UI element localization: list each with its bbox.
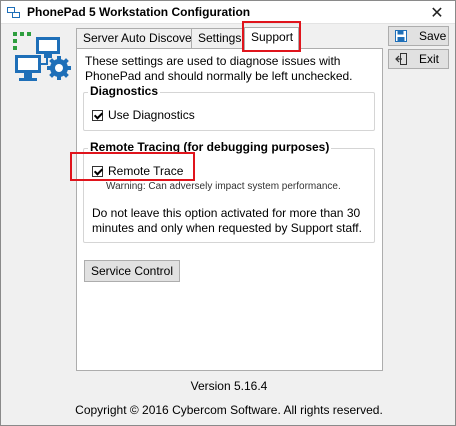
support-intro-text: These settings are used to diagnose issu… <box>85 54 353 83</box>
save-label: Save <box>419 29 447 43</box>
close-icon: ✕ <box>430 4 444 22</box>
computer-network-gear-icon <box>13 32 71 81</box>
floppy-disk-icon <box>395 30 407 42</box>
tab-support[interactable]: Support <box>244 27 299 50</box>
title-bar: PhonePad 5 Workstation Configuration ✕ <box>1 1 455 24</box>
remote-tracing-group-title: Remote Tracing (for debugging purposes) <box>88 140 332 154</box>
service-control-button[interactable]: Service Control <box>84 260 180 282</box>
tab-settings[interactable]: Settings <box>191 28 243 49</box>
checkbox-checked-icon <box>92 109 103 121</box>
version-text: Version 5.16.4 <box>190 379 268 393</box>
support-panel: These settings are used to diagnose issu… <box>76 48 383 371</box>
remote-tracing-group: Remote Tracing (for debugging purposes) … <box>83 140 375 243</box>
tab-label: Support <box>251 30 294 44</box>
phonepad-app-icon <box>7 7 20 18</box>
tab-label: Server Auto Discovery <box>83 31 202 45</box>
use-diagnostics-label: Use Diagnostics <box>108 108 195 122</box>
remote-trace-label: Remote Trace <box>108 164 184 178</box>
use-diagnostics-checkbox[interactable]: Use Diagnostics <box>92 108 195 122</box>
diagnostics-group: Diagnostics Use Diagnostics <box>83 84 375 131</box>
checkbox-checked-icon <box>92 165 103 177</box>
exit-label: Exit <box>419 52 440 66</box>
exit-door-icon <box>395 53 407 65</box>
service-control-label: Service Control <box>90 264 174 278</box>
config-window: PhonePad 5 Workstation Configuration ✕ S… <box>0 0 456 426</box>
remote-trace-checkbox[interactable]: Remote Trace <box>92 164 183 178</box>
tab-label: Settings <box>198 31 242 45</box>
tab-server-auto-discovery[interactable]: Server Auto Discovery <box>76 28 202 49</box>
close-button[interactable]: ✕ <box>419 1 455 24</box>
copyright-text: Copyright © 2016 Cybercom Software. All … <box>75 403 383 417</box>
exit-button[interactable]: Exit <box>388 49 449 69</box>
window-title: PhonePad 5 Workstation Configuration <box>27 5 251 19</box>
remote-trace-note: Do not leave this option activated for m… <box>92 206 362 235</box>
save-button[interactable]: Save <box>388 26 449 46</box>
diagnostics-group-title: Diagnostics <box>88 84 161 98</box>
remote-trace-warning: Warning: Can adversely impact system per… <box>106 181 341 192</box>
